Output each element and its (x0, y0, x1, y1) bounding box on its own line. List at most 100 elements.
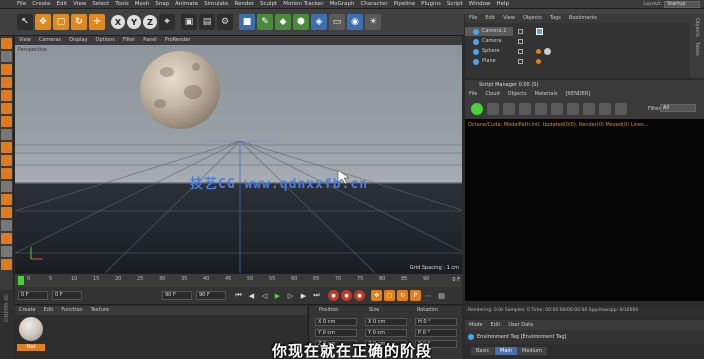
menu-animate[interactable]: Animate (172, 0, 201, 9)
zoom-icon[interactable] (567, 103, 579, 115)
console-filter-select[interactable]: All (660, 104, 696, 112)
key-rotation-icon[interactable]: ↻ (397, 290, 408, 301)
light-icon[interactable]: ☀ (365, 14, 381, 30)
material-preview[interactable] (19, 317, 43, 341)
stop-render-icon[interactable] (487, 103, 499, 115)
menu-create[interactable]: Create (29, 0, 53, 9)
region-icon[interactable] (551, 103, 563, 115)
pos-z-field[interactable]: Z 0 cm (315, 340, 357, 348)
render-picture-viewer-icon[interactable]: ▤ (199, 14, 215, 30)
menu-character[interactable]: Character (357, 0, 390, 9)
vp-menu-filter[interactable]: Filter (119, 36, 139, 45)
texture-mode-icon[interactable] (1, 64, 12, 75)
next-frame-icon[interactable]: ▷ (285, 290, 296, 301)
coordinate-system-icon[interactable]: ⌖ (159, 14, 175, 30)
settings-icon[interactable] (519, 103, 531, 115)
soft-selection-icon[interactable] (1, 168, 12, 179)
rot-h-field[interactable]: H 0 ° (415, 318, 457, 326)
render-settings-icon[interactable]: ⚙ (217, 14, 233, 30)
om-menu-objects[interactable]: Objects (519, 14, 546, 23)
workplane-lock-icon[interactable] (1, 181, 12, 192)
om-menu-edit[interactable]: Edit (481, 14, 499, 23)
autokey-icon[interactable]: ● (341, 290, 352, 301)
prev-frame-icon[interactable]: ◁ (259, 290, 270, 301)
vp-menu-options[interactable]: Options (92, 36, 119, 45)
enable-axis-icon[interactable] (1, 129, 12, 140)
menu-simulate[interactable]: Simulate (201, 0, 231, 9)
locked-workplane-icon[interactable] (1, 207, 12, 218)
tweak-icon[interactable] (1, 142, 12, 153)
menu-script[interactable]: Script (444, 0, 466, 9)
help-icon[interactable] (615, 103, 627, 115)
tab-objects[interactable]: Objects (694, 18, 700, 37)
menu-edit[interactable]: Edit (54, 0, 71, 9)
key-parameter-icon[interactable]: P (410, 290, 421, 301)
con-menu-materials[interactable]: Materials (531, 89, 562, 99)
mat-menu-function[interactable]: Function (57, 306, 86, 315)
tab-takes[interactable]: Takes (694, 42, 700, 56)
menu-pipeline[interactable]: Pipeline (391, 0, 419, 9)
go-to-end-icon[interactable]: ⏭ (311, 290, 322, 301)
menu-help[interactable]: Help (493, 0, 512, 9)
perspective-viewport[interactable]: Perspective 技艺CG www.qdnxxfb.cn Grid Spa… (15, 45, 462, 273)
rotate-icon[interactable]: ↻ (71, 14, 87, 30)
menu-render[interactable]: Render (231, 0, 257, 9)
pin-icon[interactable] (599, 103, 611, 115)
visibility-check[interactable] (518, 59, 523, 64)
layout-select[interactable]: Startup (664, 1, 700, 8)
mat-menu-texture[interactable]: Texture (87, 306, 113, 315)
mat-menu-create[interactable]: Create (15, 306, 40, 315)
edges-mode-icon[interactable] (1, 103, 12, 114)
con-menu-file[interactable]: File (465, 89, 481, 99)
array-icon[interactable]: ⬢ (293, 14, 309, 30)
con-menu-objects[interactable]: Objects (504, 89, 531, 99)
menu-tools[interactable]: Tools (112, 0, 132, 9)
preview-end-field[interactable]: 90 F (196, 291, 226, 300)
list-item[interactable]: Plane (473, 57, 496, 66)
menu-snap[interactable]: Snap (152, 0, 172, 9)
key-position-icon[interactable]: ✥ (371, 290, 382, 301)
polygons-mode-icon[interactable] (1, 116, 12, 127)
end-frame-field[interactable]: 90 F (162, 291, 192, 300)
visibility-check[interactable] (518, 29, 523, 34)
mat-menu-edit[interactable]: Edit (40, 306, 58, 315)
size-x-field[interactable]: X 0 cm (365, 318, 407, 326)
menu-view[interactable]: View (70, 0, 89, 9)
spline-pen-icon[interactable]: ✎ (257, 14, 273, 30)
vp-menu-panel[interactable]: Panel (139, 36, 161, 45)
attr-menu-mode[interactable]: Mode (465, 320, 487, 330)
size-y-field[interactable]: Y 0 cm (365, 329, 407, 337)
model-mode-icon[interactable] (1, 51, 12, 62)
material-tag-icon[interactable] (536, 49, 541, 54)
key-scale-icon[interactable]: ▢ (384, 290, 395, 301)
floor-icon[interactable]: ▭ (329, 14, 345, 30)
menu-window[interactable]: Window (466, 0, 494, 9)
menu-motion-tracker[interactable]: Motion Tracker (280, 0, 326, 9)
current-frame-field[interactable]: 0 F (52, 291, 82, 300)
pick-icon[interactable] (583, 103, 595, 115)
lock-icon[interactable] (535, 103, 547, 115)
pos-y-field[interactable]: Y 0 cm (315, 329, 357, 337)
next-key-icon[interactable]: ▶ (298, 290, 309, 301)
om-menu-tags[interactable]: Tags (546, 14, 565, 23)
attr-menu-edit[interactable]: Edit (487, 320, 505, 330)
pause-icon[interactable] (503, 103, 515, 115)
list-item[interactable]: Camera (473, 37, 502, 46)
attr-menu-user-data[interactable]: User Data (504, 320, 537, 330)
menu-mesh[interactable]: Mesh (132, 0, 152, 9)
subdivision-icon[interactable]: ◆ (275, 14, 291, 30)
size-z-field[interactable]: Z 0 cm (365, 340, 407, 348)
tag-icon[interactable] (536, 28, 543, 35)
vp-menu-display[interactable]: Display (65, 36, 91, 45)
vp-menu-prorender[interactable]: ProRender (161, 36, 195, 45)
planar-icon[interactable] (1, 220, 12, 231)
record-key-icon[interactable]: ● (328, 290, 339, 301)
extra-tool-icon[interactable] (1, 233, 12, 244)
timeline-ruler[interactable]: 0 5 10 15 20 25 30 35 40 45 50 55 60 65 … (15, 273, 462, 287)
workplane-icon[interactable] (1, 77, 12, 88)
timeline-window-icon[interactable]: ▤ (436, 290, 447, 301)
camera-icon[interactable]: ◉ (347, 14, 363, 30)
rot-p-field[interactable]: P 0 ° (415, 329, 457, 337)
start-frame-field[interactable]: 0 F (18, 291, 48, 300)
menu-mograph[interactable]: MoGraph (326, 0, 357, 9)
